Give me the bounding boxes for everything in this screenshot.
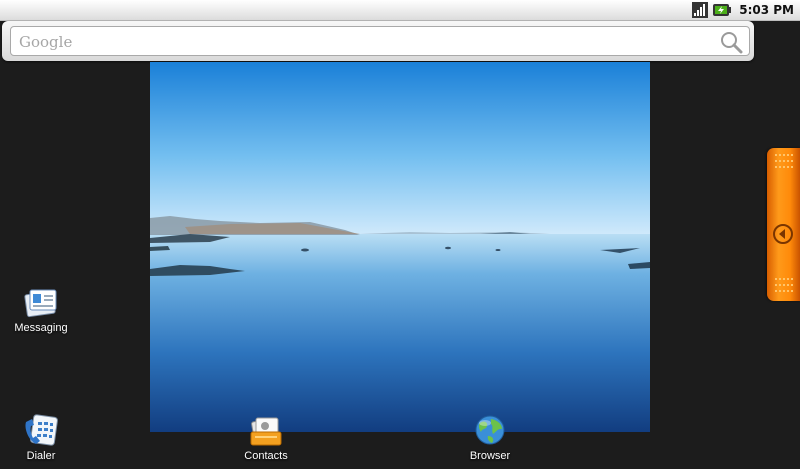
globe-icon: [475, 415, 505, 445]
contacts-icon: [250, 417, 282, 446]
app-label: Dialer: [26, 450, 56, 462]
app-label: Contacts: [244, 450, 288, 462]
app-drawer-handle[interactable]: [767, 148, 800, 301]
dialer-icon: [25, 414, 58, 446]
signal-icon: [692, 2, 709, 18]
arrow-left-circle-icon: [773, 224, 793, 244]
app-contacts[interactable]: Contacts: [226, 414, 306, 462]
grip-dots-top: [775, 154, 793, 168]
search-icon[interactable]: [719, 30, 743, 54]
clock: 5:03 PM: [739, 3, 794, 17]
search-input[interactable]: Google: [10, 26, 750, 56]
wallpaper-image: [150, 62, 650, 432]
app-dialer[interactable]: Dialer: [1, 414, 81, 462]
search-widget[interactable]: Google: [2, 21, 754, 61]
status-bar: 5:03 PM: [0, 0, 800, 21]
messaging-icon: [24, 289, 57, 318]
app-messaging[interactable]: Messaging: [1, 284, 81, 334]
search-placeholder: Google: [19, 33, 73, 51]
app-label: Browser: [469, 450, 511, 462]
app-browser[interactable]: Browser: [450, 414, 530, 462]
battery-charging-icon: [713, 4, 732, 16]
grip-dots-bottom: [775, 278, 793, 292]
app-label: Messaging: [14, 322, 68, 334]
